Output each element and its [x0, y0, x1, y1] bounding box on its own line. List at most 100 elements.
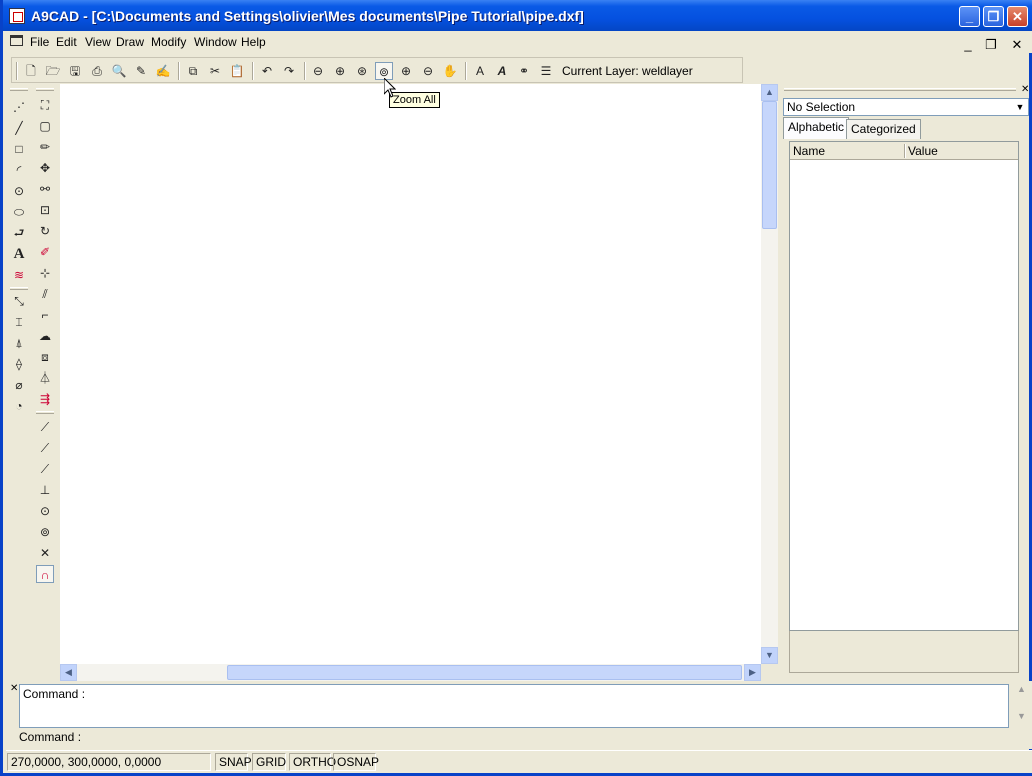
trim-icon[interactable]: ⊹ [36, 264, 54, 282]
menu-file[interactable]: File [30, 35, 49, 49]
cut-icon[interactable]: ✂ [206, 62, 224, 80]
command-close-icon[interactable]: ✕ [10, 683, 18, 694]
zoom-extents-icon[interactable]: ⊛ [353, 62, 371, 80]
select-icon[interactable]: ⛶ [36, 96, 54, 114]
tab-alphabetic[interactable]: Alphabetic [783, 117, 850, 139]
panel-grip[interactable] [784, 88, 1016, 91]
snap-center-icon[interactable]: ⊙ [36, 502, 54, 520]
column-divider[interactable] [904, 144, 906, 158]
layers-icon[interactable]: ☰ [537, 62, 555, 80]
pen-icon[interactable]: ✎ [132, 62, 150, 80]
toolbar-grip[interactable] [10, 88, 28, 91]
print-preview-icon[interactable]: 🔍 [110, 62, 128, 80]
scroll-up-icon[interactable]: ▲ [761, 84, 778, 101]
move-icon[interactable]: ✥ [36, 159, 54, 177]
scroll-left-icon[interactable]: ◀ [60, 664, 77, 681]
undo-icon[interactable]: ↶ [258, 62, 276, 80]
snap-intersection-icon[interactable]: ✕ [36, 544, 54, 562]
property-grid[interactable]: Name Value [789, 141, 1019, 631]
horizontal-scroll-thumb[interactable] [227, 665, 742, 680]
rectangle-icon[interactable]: □ [10, 140, 28, 158]
vertical-scroll-thumb[interactable] [762, 101, 777, 229]
open-folder-icon[interactable]: 🗁 [44, 62, 62, 80]
snap-perpendicular-icon[interactable]: ⊥ [36, 481, 54, 499]
text-icon[interactable]: A [10, 245, 28, 263]
cloud-icon[interactable]: ☁ [36, 327, 54, 345]
column-name[interactable]: Name [793, 144, 825, 158]
scroll-down-icon[interactable]: ▼ [761, 647, 778, 664]
horizontal-scrollbar[interactable]: ◀ ▶ [60, 664, 761, 681]
ellipse-icon[interactable]: ⬭ [10, 203, 28, 221]
scroll-right-icon[interactable]: ▶ [744, 664, 761, 681]
snap-nearest-icon[interactable]: ⟋ [36, 460, 54, 478]
extend-icon[interactable]: ⫽ [36, 285, 54, 303]
point-icon[interactable]: ⋰ [10, 98, 28, 116]
selection-dropdown[interactable]: No Selection ▼ [783, 98, 1029, 116]
hatch-icon[interactable]: ≋ [10, 266, 28, 284]
snap-midpoint-icon[interactable]: ⟋ [36, 439, 54, 457]
new-file-icon[interactable]: 🗋 [22, 62, 40, 80]
paste-icon[interactable]: 📋 [228, 62, 246, 80]
save-icon[interactable]: 🖫 [66, 62, 84, 80]
snap-magnet-icon[interactable]: ∩ [36, 565, 54, 583]
arc-icon[interactable]: ◜ [10, 161, 28, 179]
copy-icon[interactable]: ⧉ [184, 62, 202, 80]
osnap-toggle[interactable]: OSNAP [333, 753, 379, 771]
erase-icon[interactable]: ✏ [36, 138, 54, 156]
mirror-icon[interactable]: ⏃ [36, 369, 54, 387]
tab-categorized[interactable]: Categorized [846, 119, 921, 139]
toolbar-grip[interactable] [36, 88, 54, 91]
circle-icon[interactable]: ⊙ [10, 182, 28, 200]
polyline-icon[interactable]: ⮐ [10, 224, 28, 242]
dim-aligned-icon[interactable]: ⤡ [10, 292, 28, 310]
menu-modify[interactable]: Modify [151, 35, 186, 49]
zoom-out-icon[interactable]: ⊖ [419, 62, 437, 80]
dim-vertical-icon[interactable]: ⌶ [10, 313, 28, 331]
menu-view[interactable]: View [85, 35, 111, 49]
dim-radius-icon[interactable]: ◔ [10, 397, 28, 415]
menu-window[interactable]: Window [194, 35, 237, 49]
column-value[interactable]: Value [908, 144, 938, 158]
mdi-close-button[interactable]: ✕ [1007, 36, 1027, 54]
menu-draw[interactable]: Draw [116, 35, 144, 49]
mdi-minimize-button[interactable]: _ [958, 36, 978, 54]
command-scroll-down-icon[interactable]: ▼ [1014, 711, 1029, 728]
redo-icon[interactable]: ↷ [280, 62, 298, 80]
scale-icon[interactable]: ⊡ [36, 201, 54, 219]
drawing-canvas[interactable] [60, 84, 761, 664]
zoom-in-icon[interactable]: ⊕ [397, 62, 415, 80]
snap-toggle[interactable]: SNAP [215, 753, 252, 771]
app-icon[interactable] [9, 8, 25, 24]
chevron-down-icon[interactable]: ▼ [1012, 99, 1028, 115]
dim-style-icon[interactable]: A [493, 62, 511, 80]
restore-button[interactable]: ❐ [983, 6, 1004, 27]
dim-diameter-icon[interactable]: ⌀ [10, 376, 28, 394]
snap-endpoint-icon[interactable]: ⟋ [36, 418, 54, 436]
menu-edit[interactable]: Edit [56, 35, 77, 49]
block-icon[interactable]: ⚭ [515, 62, 533, 80]
close-button[interactable]: ✕ [1007, 6, 1028, 27]
toolbar-grip[interactable] [16, 62, 18, 80]
minimize-button[interactable]: _ [959, 6, 980, 27]
offset-icon[interactable]: ⧈ [36, 348, 54, 366]
pan-hand-icon[interactable]: ✋ [441, 62, 459, 80]
select-window-icon[interactable]: ▢ [36, 117, 54, 135]
panel-close-icon[interactable]: ✕ [1021, 84, 1029, 95]
copy-objects-icon[interactable]: ⚯ [36, 180, 54, 198]
zoom-center-icon[interactable]: ⊕ [331, 62, 349, 80]
command-input[interactable] [81, 729, 1009, 745]
text-style-icon[interactable]: A [471, 62, 489, 80]
rotate-icon[interactable]: ↻ [36, 222, 54, 240]
snap-tangent-icon[interactable]: ⊚ [36, 523, 54, 541]
menu-help[interactable]: Help [241, 35, 266, 49]
zoom-window-icon[interactable]: ⊖ [309, 62, 327, 80]
dim-angular-icon[interactable]: ⟠ [10, 355, 28, 373]
print-icon[interactable]: ⎙ [88, 62, 106, 80]
grid-toggle[interactable]: GRID [252, 753, 286, 771]
line-icon[interactable]: ╱ [10, 119, 28, 137]
vertical-scrollbar[interactable]: ▲ ▼ [761, 84, 778, 664]
stretch-icon[interactable]: ⇶ [36, 390, 54, 408]
command-scroll-up-icon[interactable]: ▲ [1014, 684, 1029, 701]
explode-icon[interactable]: ✐ [36, 243, 54, 261]
title-bar[interactable]: A9CAD - [C:\Documents and Settings\olivi… [3, 0, 1032, 31]
